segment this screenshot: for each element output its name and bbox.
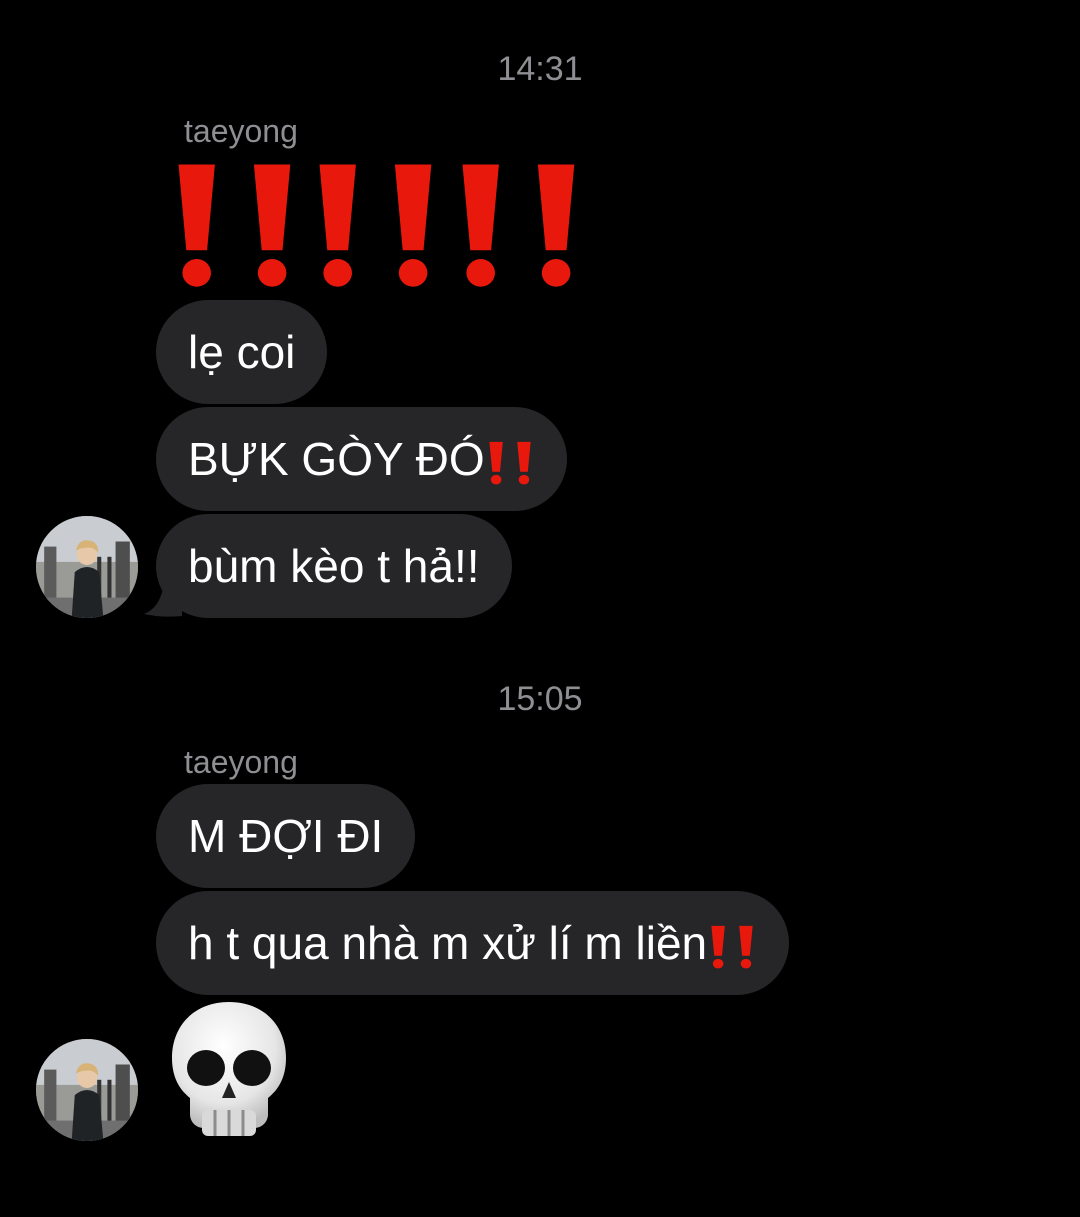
sender-name-group-2: taeyong — [184, 744, 298, 780]
timestamp-group-1: 14:31 — [497, 50, 583, 88]
skull-icon — [172, 1002, 286, 1136]
message-bubble[interactable]: BỰK GÒY ĐÓ — [156, 407, 567, 511]
double-exclamation-icon — [709, 925, 757, 969]
message-text: bùm kèo t hả!! — [188, 540, 480, 592]
message-text: M ĐỢI ĐI — [188, 810, 384, 862]
message-bubble[interactable]: h t qua nhà m xử lí m liền — [156, 891, 790, 995]
message-text: lẹ coi — [188, 326, 296, 378]
avatar[interactable] — [36, 516, 138, 618]
skull-emoji-message[interactable] — [166, 998, 292, 1144]
message-text: BỰK GÒY ĐÓ — [188, 433, 485, 485]
user-avatar-icon — [36, 516, 138, 618]
double-exclamation-icon — [487, 441, 535, 485]
user-avatar-icon — [36, 1039, 138, 1141]
double-exclamation-icon — [172, 162, 302, 288]
message-text: h t qua nhà m xử lí m liền — [188, 917, 708, 969]
message-bubble[interactable]: bùm kèo t hả!! — [156, 514, 512, 618]
message-bubble[interactable]: lẹ coi — [156, 300, 328, 404]
sender-name-group-1: taeyong — [184, 113, 298, 149]
avatar[interactable] — [36, 1039, 138, 1141]
message-bubble[interactable]: M ĐỢI ĐI — [156, 784, 416, 888]
timestamp-group-2: 15:05 — [497, 680, 583, 718]
double-exclamation-icon — [313, 162, 443, 288]
double-exclamation-icon — [456, 162, 586, 288]
